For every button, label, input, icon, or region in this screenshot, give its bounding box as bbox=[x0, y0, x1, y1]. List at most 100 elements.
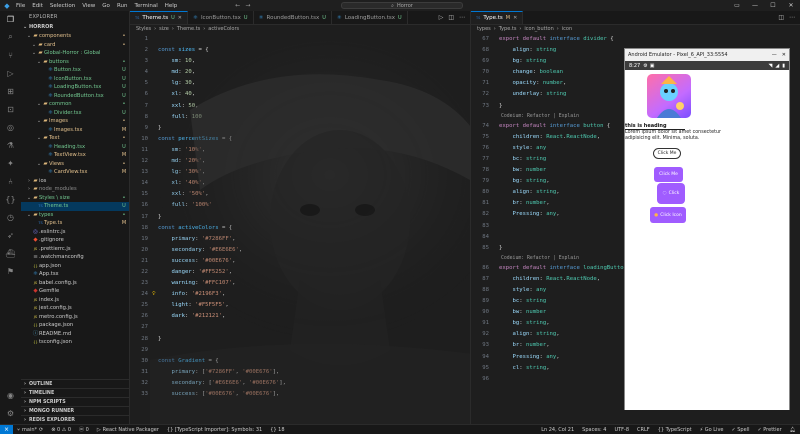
panel-npm-scripts[interactable]: › NPM SCRIPTS bbox=[21, 397, 129, 406]
rocket-icon[interactable]: ➶ bbox=[6, 230, 16, 240]
tree-item[interactable]: ⌄ ▰ types • bbox=[21, 211, 129, 220]
symbol-count-item[interactable]: {} 18 bbox=[266, 427, 288, 433]
python-icon[interactable]: ✦ bbox=[6, 158, 16, 168]
maximize-icon[interactable]: ☐ bbox=[764, 0, 782, 11]
panel-outline[interactable]: › OUTLINE bbox=[21, 379, 129, 388]
git-graph-icon[interactable]: ⑃ bbox=[6, 176, 16, 186]
docker-icon[interactable]: ⛴ bbox=[5, 248, 15, 258]
tree-item[interactable]: JS metro.config.js bbox=[21, 313, 129, 322]
tree-item[interactable]: ⚛ LoadingButton.tsx U bbox=[21, 83, 129, 92]
search-icon[interactable]: ⌕ bbox=[6, 32, 16, 42]
panel-redis-explorer[interactable]: › REDIS EXPLORER bbox=[21, 415, 129, 424]
tree-item[interactable]: › ▰ node_modules bbox=[21, 185, 129, 194]
encoding-setting[interactable]: UTF-8 bbox=[610, 427, 633, 433]
layout-icon[interactable]: ▭ bbox=[728, 0, 746, 11]
bookmark-icon[interactable]: ⚑ bbox=[6, 266, 16, 276]
menu-item-file[interactable]: File bbox=[16, 3, 25, 9]
tab-theme-ts[interactable]: TS Theme.ts U ✕ bbox=[130, 11, 188, 24]
notifications-icon[interactable]: 🔔︎ bbox=[786, 427, 800, 433]
tree-item[interactable]: › ▰ ios bbox=[21, 177, 129, 186]
tree-item[interactable]: ≡ .watchmanconfig bbox=[21, 253, 129, 262]
timeline-icon[interactable]: ◷ bbox=[6, 212, 16, 222]
tree-item[interactable]: ⌄ ▰ Images • bbox=[21, 117, 129, 126]
breadcrumb-item[interactable]: Type.ts bbox=[499, 25, 517, 34]
panel-mongo-runner[interactable]: › MONGO RUNNER bbox=[21, 406, 129, 415]
tree-item[interactable]: ⌄ ▰ Global-Horror : Global bbox=[21, 49, 129, 58]
remote-explorer-icon[interactable]: ⊡ bbox=[6, 104, 16, 114]
split-editor-icon[interactable]: ◫ bbox=[778, 14, 784, 21]
tree-item[interactable]: ⌄ ▰ buttons • bbox=[21, 58, 129, 67]
close-icon[interactable]: ✕ bbox=[782, 49, 786, 61]
account-icon[interactable]: ◉ bbox=[6, 390, 16, 400]
menu-item-run[interactable]: Run bbox=[117, 3, 128, 9]
breadcrumb-item[interactable]: icon bbox=[562, 25, 572, 34]
source-control-icon[interactable]: ⑂ bbox=[6, 50, 16, 60]
tree-item[interactable]: ⌄ ▰ Styles \ size • bbox=[21, 194, 129, 203]
branch-item[interactable]: ⑂ main* ⟳ bbox=[13, 427, 47, 433]
back-arrow-icon[interactable]: ← bbox=[235, 2, 240, 9]
breadcrumb-item[interactable]: types bbox=[477, 25, 491, 34]
tree-item[interactable]: ⌄ ▰ Text • bbox=[21, 134, 129, 143]
tree-item[interactable]: ◆ Gemfile bbox=[21, 287, 129, 296]
more-icon[interactable]: ⋯ bbox=[789, 14, 795, 21]
tree-item[interactable]: JS jest.config.js bbox=[21, 304, 129, 313]
tab-iconbutton-tsx[interactable]: ⚛ IconButton.tsx U bbox=[188, 11, 254, 24]
tree-item[interactable]: JS .prettierrc.js bbox=[21, 245, 129, 254]
tree-item[interactable]: ⚛ TextView.tsx M bbox=[21, 151, 129, 160]
cursor-position[interactable]: Ln 24, Col 21 bbox=[537, 427, 578, 433]
minimize-icon[interactable]: — bbox=[746, 0, 764, 11]
remote-icon[interactable]: ⨯ bbox=[0, 424, 13, 434]
code-editor[interactable]: 1 2 const sizes = {3 sm: 10, 4 md: 20, 5 lg:… bbox=[130, 34, 470, 400]
menu-item-view[interactable]: View bbox=[82, 3, 95, 9]
split-editor-icon[interactable]: ◫ bbox=[448, 14, 454, 21]
tree-item[interactable]: ⌄ ▰ card • bbox=[21, 41, 129, 50]
breadcrumb-item[interactable]: size bbox=[159, 25, 169, 34]
tree-item[interactable]: JS babel.config.js bbox=[21, 279, 129, 288]
menu-item-terminal[interactable]: Terminal bbox=[134, 3, 157, 9]
tree-item[interactable]: ◆ .gitignore bbox=[21, 236, 129, 245]
close-icon[interactable]: ✕ bbox=[782, 0, 800, 11]
tree-item[interactable]: ⌄ ▰ Views • bbox=[21, 160, 129, 169]
more-icon[interactable]: ⋯ bbox=[459, 14, 465, 21]
close-tab-icon[interactable]: ✕ bbox=[513, 15, 517, 21]
tree-item[interactable]: {} app.json bbox=[21, 262, 129, 271]
run-debug-icon[interactable]: ▷ bbox=[6, 68, 16, 78]
database-icon[interactable]: ◎ bbox=[6, 122, 16, 132]
menu-item-help[interactable]: Help bbox=[165, 3, 178, 9]
extensions-icon[interactable]: ⊞ bbox=[6, 86, 16, 96]
tree-item[interactable]: {} tsconfig.json bbox=[21, 338, 129, 347]
tab-type-ts[interactable]: TS Type.ts M ✕ bbox=[471, 11, 524, 24]
brackets-icon[interactable]: {} bbox=[5, 194, 15, 204]
ports-item[interactable]: ⓦ 0 bbox=[75, 426, 93, 433]
tree-item[interactable]: TS Theme.ts U bbox=[21, 202, 129, 211]
tree-item[interactable]: ⌄ ▰ components • bbox=[21, 32, 129, 41]
gear-icon[interactable]: ⚙ bbox=[6, 408, 16, 418]
tree-item[interactable]: ⚛ RoundedButton.tsx U bbox=[21, 92, 129, 101]
tree-item[interactable]: JS index.js bbox=[21, 296, 129, 305]
ts-importer-item[interactable]: {} [TypeScript Importer]: Symbols: 31 bbox=[163, 427, 266, 433]
tree-item[interactable]: ◎ .eslintrc.js bbox=[21, 228, 129, 237]
close-tab-icon[interactable]: ✕ bbox=[178, 15, 182, 21]
tree-item[interactable]: ⚛ Divider.tsx U bbox=[21, 109, 129, 118]
menu-item-go[interactable]: Go bbox=[102, 3, 110, 9]
menu-item-edit[interactable]: Edit bbox=[32, 3, 43, 9]
tree-item[interactable]: ⚛ IconButton.tsx U bbox=[21, 75, 129, 84]
tree-item[interactable]: ⚛ Button.tsx U bbox=[21, 66, 129, 75]
tree-item[interactable]: ⚛ Heading.tsx U bbox=[21, 143, 129, 152]
breadcrumb-item[interactable]: icon_button bbox=[524, 25, 553, 34]
command-center-search[interactable]: ⌕ Horror bbox=[341, 2, 463, 9]
breadcrumb-item[interactable]: Styles bbox=[136, 25, 151, 34]
panel-timeline[interactable]: › TIMELINE bbox=[21, 388, 129, 397]
tree-item[interactable]: ⚛ CardView.tsx M bbox=[21, 168, 129, 177]
tree-item[interactable]: ⚛ Images.tsx M bbox=[21, 126, 129, 135]
forward-arrow-icon[interactable]: → bbox=[245, 2, 250, 9]
loading-button[interactable]: ◌ Click bbox=[657, 183, 685, 204]
run-icon[interactable]: ▷ bbox=[439, 14, 444, 21]
tree-item[interactable]: {} package.json bbox=[21, 321, 129, 330]
tree-item[interactable]: ⚛ App.tsx bbox=[21, 270, 129, 279]
prettier-item[interactable]: ✓ Prettier bbox=[753, 427, 785, 433]
tree-item[interactable]: ⓘ README.md bbox=[21, 330, 129, 339]
breadcrumb-item[interactable]: activeColors bbox=[208, 25, 239, 34]
go-live-button[interactable]: ⚡ Go Live bbox=[696, 427, 728, 433]
tree-item[interactable]: TS Type.ts M bbox=[21, 219, 129, 228]
